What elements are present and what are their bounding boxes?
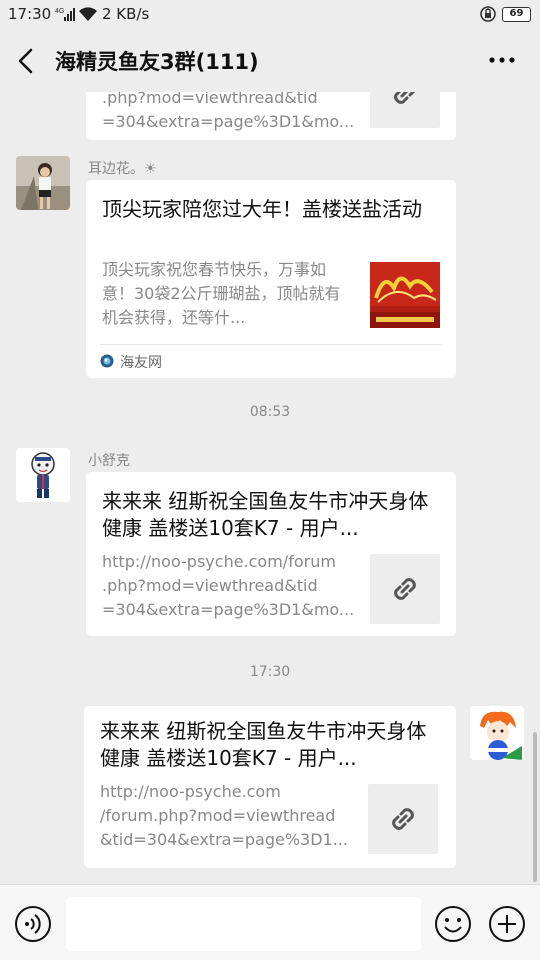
chat-area[interactable]: .php?mod=viewthread&tid =304&extra=page%…: [0, 92, 540, 884]
more-icon[interactable]: [488, 56, 516, 64]
message-input[interactable]: [66, 897, 421, 951]
link-thumbnail: [370, 92, 440, 128]
timestamp: 17:30: [249, 664, 291, 680]
link-title: 顶尖玩家陪您过大年！盖楼送盐活动: [102, 197, 422, 221]
input-bar: [0, 884, 540, 960]
status-time: 17:30: [8, 5, 52, 23]
avatar-image: [16, 156, 70, 210]
link-url-line: =304&extra=page%3D1&mo...: [102, 112, 355, 131]
thumbnail-image: [370, 262, 440, 328]
alarm-icon: [480, 6, 496, 22]
status-bar: 17:30 4G 2 KB/s 69: [0, 0, 540, 30]
link-icon: [394, 578, 416, 600]
link-card[interactable]: 来来来 纽斯祝全国鱼友牛市冲天身体健康 盖楼送10套K7 - 用户... htt…: [84, 706, 456, 868]
battery-icon: 69: [502, 7, 531, 22]
link-url-line: .php?mod=viewthread&tid: [102, 92, 318, 107]
avatar-image: [16, 448, 70, 502]
link-source: 海友网: [120, 355, 162, 371]
link-url-line: =304&extra=page%3D1&mo...: [102, 600, 355, 619]
link-url-line: http://noo-psyche.com: [100, 782, 281, 801]
chat-header: 海精灵鱼友3群(111): [0, 30, 540, 92]
plus-icon[interactable]: [488, 905, 526, 943]
link-url-line: &tid=304&extra=page%3D1...: [100, 830, 348, 849]
link-url-line: /forum.php?mod=viewthread: [100, 806, 336, 825]
svg-text:4G: 4G: [55, 8, 64, 15]
link-card[interactable]: 顶尖玩家陪您过大年！盖楼送盐活动 顶尖玩家祝您春节快乐，万事如意！30袋2公斤珊…: [86, 180, 456, 378]
chat-title: 海精灵鱼友3群(111): [55, 50, 259, 74]
back-arrow-icon[interactable]: [14, 48, 38, 74]
link-thumbnail: [370, 554, 440, 624]
wifi-icon: [79, 7, 97, 22]
link-card[interactable]: 来来来 纽斯祝全国鱼友牛市冲天身体健康 盖楼送10套K7 - 用户... htt…: [86, 472, 456, 636]
timestamp: 08:53: [249, 404, 291, 420]
avatar[interactable]: [16, 448, 70, 502]
link-url-line: .php?mod=viewthread&tid: [102, 576, 318, 595]
emoji-icon[interactable]: [434, 905, 472, 943]
source-logo-icon: [100, 354, 114, 368]
chat-scrollbar[interactable]: [533, 732, 537, 882]
avatar[interactable]: [16, 156, 70, 210]
link-thumbnail: [370, 262, 440, 328]
link-url-line: http://noo-psyche.com/forum: [102, 552, 336, 571]
link-description: 顶尖玩家祝您春节快乐，万事如意！30袋2公斤珊瑚盐，顶帖就有机会获得，还等什..…: [102, 260, 341, 327]
my-avatar[interactable]: [470, 706, 524, 760]
link-title: 来来来 纽斯祝全国鱼友牛市冲天身体健康 盖楼送10套K7 - 用户...: [102, 489, 429, 540]
link-thumbnail: [368, 784, 438, 854]
link-card[interactable]: .php?mod=viewthread&tid =304&extra=page%…: [86, 92, 456, 140]
link-title: 来来来 纽斯祝全国鱼友牛市冲天身体健康 盖楼送10套K7 - 用户...: [100, 719, 427, 770]
avatar-image: [470, 706, 524, 760]
network-speed: 2 KB/s: [102, 5, 150, 23]
signal-icon: 4G: [55, 8, 75, 21]
sender-name: 耳边花。☀: [88, 161, 157, 177]
link-icon: [392, 808, 414, 830]
link-icon: [394, 92, 416, 104]
voice-icon[interactable]: [14, 905, 52, 943]
sender-name: 小舒克: [88, 453, 130, 469]
card-divider: [100, 344, 442, 345]
